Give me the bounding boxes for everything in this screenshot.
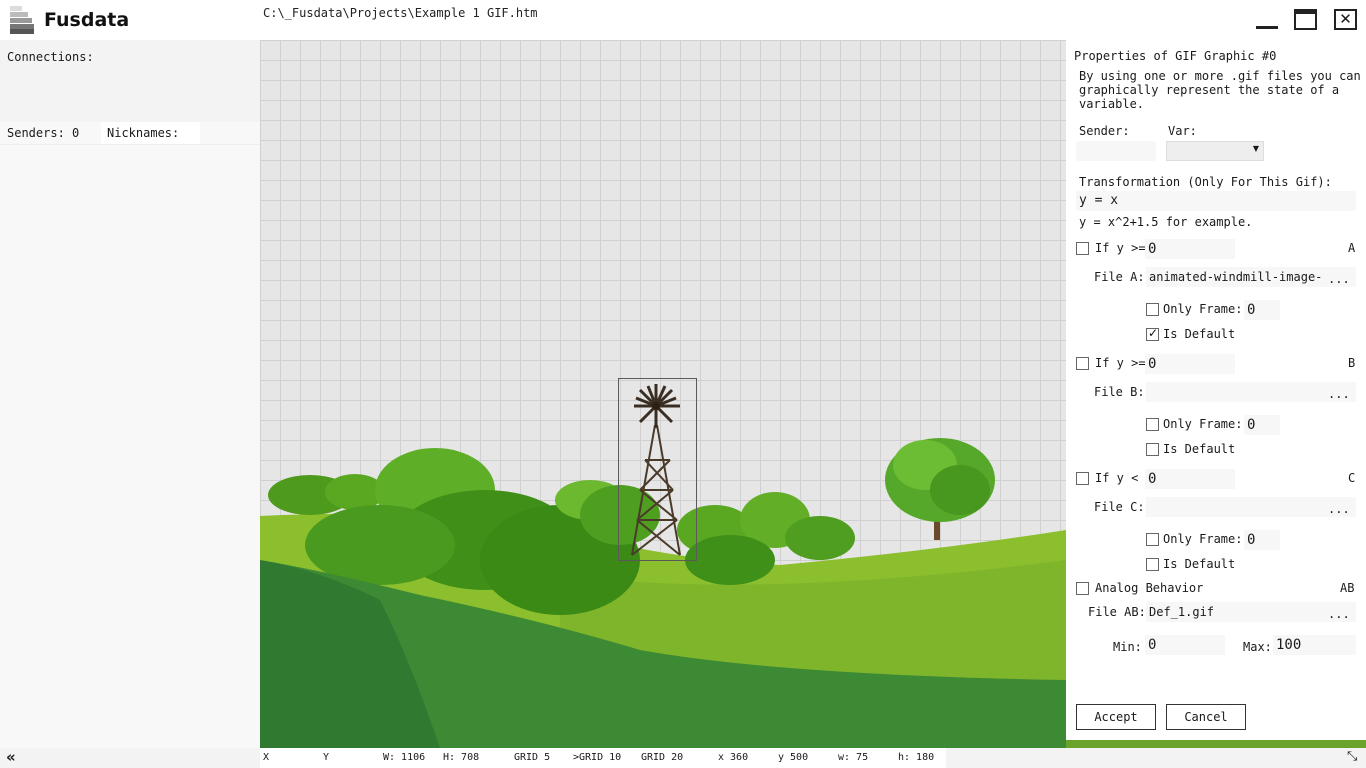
connections-box: Connections: [0, 40, 260, 122]
file-path: C:\_Fusdata\Projects\Example 1 GIF.htm [263, 6, 538, 20]
is-default-b-label: Is Default [1163, 442, 1236, 456]
accept-button[interactable]: Accept [1076, 704, 1156, 730]
browse-file-ab-button[interactable]: ... [1328, 607, 1350, 621]
status-bar: « X Y W: 1106 H: 708 GRID 5 >GRID 10 GRI… [0, 748, 1366, 768]
maximize-icon[interactable] [1294, 9, 1317, 30]
only-frame-a-input[interactable]: 0 [1244, 300, 1280, 320]
file-ab-input[interactable]: Def_1.gif [1146, 602, 1356, 622]
min-label: Min: [1113, 640, 1142, 654]
max-label: Max: [1243, 640, 1272, 654]
only-frame-a-label: Only Frame: [1163, 302, 1243, 316]
cancel-button[interactable]: Cancel [1166, 704, 1246, 730]
only-frame-c-input[interactable]: 0 [1244, 530, 1280, 550]
only-frame-c-checkbox[interactable] [1146, 533, 1159, 546]
senders-count: Senders: 0 [7, 126, 80, 140]
is-default-a-checkbox[interactable] [1146, 326, 1159, 341]
condition-c-letter: C [1348, 471, 1356, 485]
description-line: By using one or more .gif files you can [1079, 69, 1361, 83]
only-frame-c-label: Only Frame: [1163, 532, 1243, 546]
condition-b-threshold[interactable]: 0 [1145, 354, 1235, 374]
chevron-down-icon: ▼ [1252, 144, 1259, 153]
file-c-label: File C: [1094, 500, 1145, 514]
selection-w: w: 75 [838, 752, 869, 763]
browse-file-b-button[interactable]: ... [1328, 387, 1350, 401]
canvas-width: W: 1106 [383, 752, 426, 763]
var-select[interactable]: ▼ [1166, 141, 1264, 161]
connections-label: Connections: [7, 50, 94, 64]
app-title: Fusdata [44, 9, 130, 31]
selection-y: y 500 [778, 752, 809, 763]
selection-h: h: 180 [898, 752, 935, 763]
condition-c-checkbox[interactable] [1076, 472, 1089, 485]
min-input[interactable]: 0 [1145, 635, 1225, 655]
only-frame-b-checkbox[interactable] [1146, 418, 1159, 431]
selection-x: x 360 [718, 752, 749, 763]
max-input[interactable]: 100 [1273, 635, 1356, 655]
is-default-a-label: Is Default [1163, 327, 1236, 341]
browse-file-a-button[interactable]: ... [1328, 272, 1350, 286]
condition-b-label: If y >= [1095, 356, 1146, 370]
condition-a-threshold[interactable]: 0 [1145, 239, 1235, 259]
analog-letter: AB [1340, 581, 1355, 595]
condition-b-letter: B [1348, 356, 1356, 370]
design-canvas[interactable] [260, 40, 1066, 748]
logo-icon [10, 6, 36, 34]
properties-title: Properties of GIF Graphic #0 [1074, 49, 1277, 63]
browse-file-c-button[interactable]: ... [1328, 502, 1350, 516]
condition-a-letter: A [1348, 241, 1356, 255]
description-line: variable. [1079, 97, 1145, 111]
divider [0, 144, 260, 145]
is-default-b-checkbox[interactable] [1146, 443, 1159, 456]
condition-c-threshold[interactable]: 0 [1145, 469, 1235, 489]
cursor-y: Y [323, 752, 330, 763]
condition-a-label: If y >= [1095, 241, 1146, 255]
close-icon[interactable]: ✕ [1334, 9, 1357, 30]
canvas-height: H: 708 [443, 752, 480, 763]
only-frame-b-input[interactable]: 0 [1244, 415, 1280, 435]
connections-panel: Connections: Senders: 0 Nicknames: [0, 40, 260, 748]
collapse-panel-icon[interactable]: « [6, 748, 16, 766]
file-a-label: File A: [1094, 270, 1145, 284]
file-b-input[interactable] [1146, 382, 1356, 402]
var-label: Var: [1168, 124, 1197, 138]
sender-input[interactable] [1076, 141, 1156, 161]
description-line: graphically represent the state of a [1079, 83, 1340, 97]
nicknames-tab[interactable]: Nicknames: [101, 122, 200, 144]
only-frame-b-label: Only Frame: [1163, 417, 1243, 431]
sender-label: Sender: [1079, 124, 1130, 138]
canvas-bottom-strip [1066, 740, 1366, 748]
properties-panel: Properties of GIF Graphic #0 By using on… [1066, 40, 1366, 740]
resize-icon[interactable]: ⤡ [1347, 749, 1357, 764]
analog-behavior-label: Analog Behavior [1095, 581, 1204, 595]
transformation-hint: y = x^2+1.5 for example. [1079, 215, 1253, 229]
grid-10-button[interactable]: >GRID 10 [573, 752, 621, 763]
is-default-c-label: Is Default [1163, 557, 1236, 571]
file-c-input[interactable] [1146, 497, 1356, 517]
gif-graphic-selection[interactable] [618, 378, 697, 561]
grid-20-button[interactable]: GRID 20 [641, 752, 683, 763]
minimize-icon[interactable] [1254, 7, 1278, 31]
grid-5-button[interactable]: GRID 5 [514, 752, 550, 763]
transformation-label: Transformation (Only For This Gif): [1079, 175, 1332, 189]
title-bar: Fusdata C:\_Fusdata\Projects\Example 1 G… [0, 0, 1366, 40]
condition-a-checkbox[interactable] [1076, 242, 1089, 255]
transformation-input[interactable]: y = x [1076, 191, 1356, 211]
only-frame-a-checkbox[interactable] [1146, 303, 1159, 316]
file-b-label: File B: [1094, 385, 1145, 399]
file-a-input[interactable]: animated-windmill-image- [1146, 267, 1356, 287]
condition-b-checkbox[interactable] [1076, 357, 1089, 370]
cursor-x: X [263, 752, 270, 763]
analog-behavior-checkbox[interactable] [1076, 582, 1089, 595]
file-ab-label: File AB: [1088, 605, 1146, 619]
condition-c-label: If y < [1095, 471, 1139, 485]
is-default-c-checkbox[interactable] [1146, 558, 1159, 571]
